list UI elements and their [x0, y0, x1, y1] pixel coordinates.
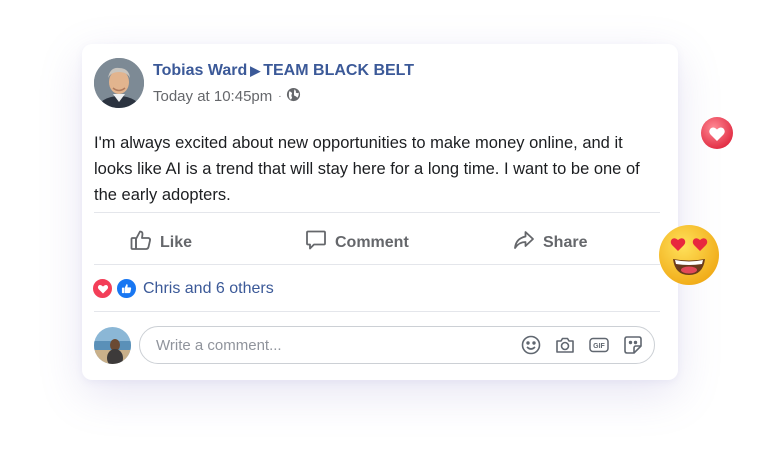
separator-dot: ·: [278, 90, 282, 102]
globe-icon: [286, 87, 301, 106]
divider: [94, 264, 660, 265]
heart-eyes-emoji-icon: [656, 222, 722, 293]
reactions-count[interactable]: Chris and 6 others: [143, 280, 274, 298]
post-card: Tobias Ward ▶ TEAM BLACK BELT Today at 10:…: [82, 44, 678, 380]
like-icon: [116, 278, 137, 299]
divider: [94, 311, 660, 312]
gif-icon[interactable]: GIF: [588, 334, 610, 356]
comment-label: Comment: [335, 233, 409, 251]
share-icon: [512, 228, 543, 257]
floating-heart-icon: [700, 116, 734, 155]
post-actions: Like Comment Share: [94, 214, 660, 264]
share-label: Share: [543, 233, 588, 251]
comment-input[interactable]: [154, 335, 520, 355]
emoji-icon[interactable]: [520, 334, 542, 356]
author-avatar[interactable]: [94, 58, 144, 108]
comment-tools: GIF: [520, 334, 644, 356]
divider: [94, 212, 660, 213]
post-timestamp[interactable]: Today at 10:45pm: [153, 88, 272, 105]
user-avatar[interactable]: [94, 326, 131, 364]
reactions-summary[interactable]: Chris and 6 others: [92, 278, 274, 299]
like-label: Like: [160, 233, 193, 251]
comment-box: GIF: [139, 326, 655, 364]
post-body: I'm always excited about new opportuniti…: [94, 134, 640, 204]
camera-icon[interactable]: [554, 334, 576, 356]
like-button[interactable]: Like: [129, 228, 192, 257]
svg-text:GIF: GIF: [593, 343, 605, 350]
love-icon: [92, 278, 113, 299]
comment-icon: [304, 228, 335, 257]
author-name[interactable]: Tobias Ward: [153, 62, 247, 79]
group-name[interactable]: TEAM BLACK BELT: [263, 62, 414, 79]
author-line: Tobias Ward ▶ TEAM BLACK BELT: [153, 61, 414, 81]
sticker-icon[interactable]: [622, 334, 644, 356]
comment-composer: GIF: [94, 326, 655, 364]
arrow-right-icon: ▶: [250, 62, 261, 78]
post-meta: Today at 10:45pm ·: [153, 87, 414, 106]
comment-button[interactable]: Comment: [304, 228, 409, 257]
thumbs-up-icon: [129, 228, 160, 257]
share-button[interactable]: Share: [512, 228, 587, 257]
post-header: Tobias Ward ▶ TEAM BLACK BELT Today at 10:…: [94, 58, 414, 108]
